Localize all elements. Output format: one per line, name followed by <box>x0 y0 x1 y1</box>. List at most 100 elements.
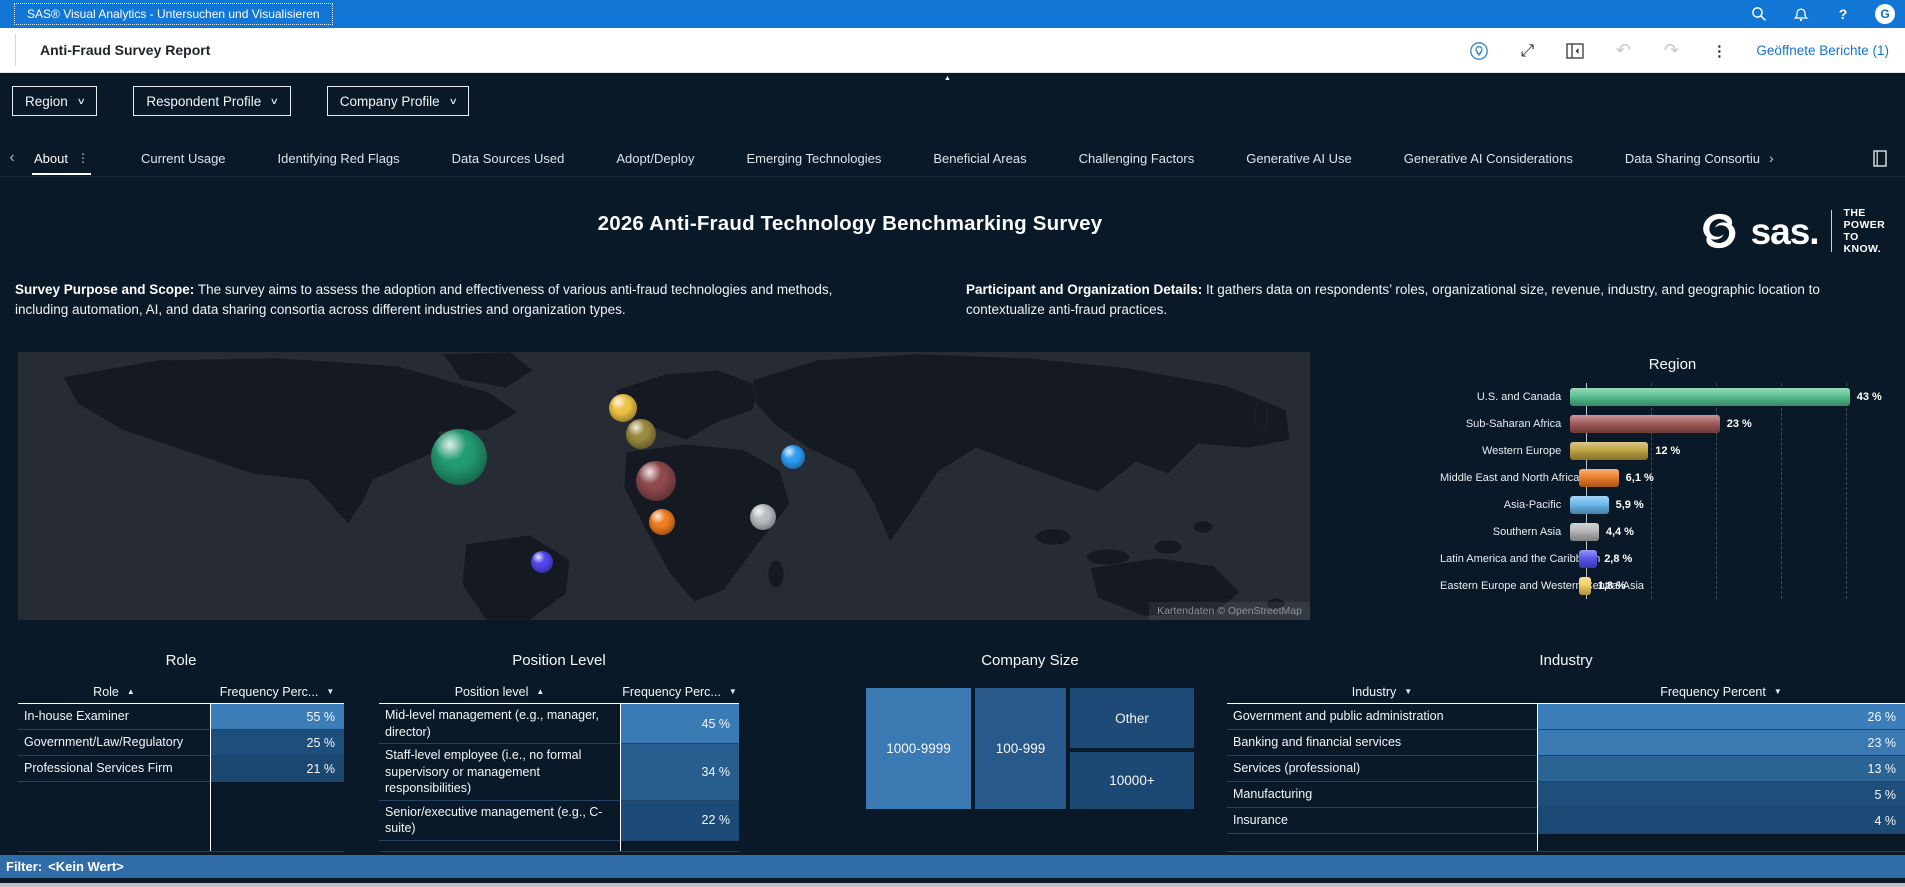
sort-descending-icon[interactable]: ▼ <box>1774 687 1782 696</box>
region-bar-value: 6,1 % <box>1626 472 1654 484</box>
treemap-tile-label: 10000+ <box>1109 773 1154 788</box>
treemap-tile-100-999[interactable]: 100-999 <box>975 688 1066 809</box>
region-bar[interactable] <box>1570 496 1608 514</box>
scroll-tabs-left-icon[interactable]: ‹ <box>0 149 24 167</box>
column-header-position-level[interactable]: Position level▲ <box>379 680 620 703</box>
column-header-industry[interactable]: Industry▼ <box>1227 680 1537 703</box>
table-row-professional-services-firm[interactable]: Professional Services Firm21 % <box>18 756 344 782</box>
tab-menu-kebab-icon[interactable]: ⋮ <box>77 151 89 165</box>
undo-icon[interactable]: ↶ <box>1612 40 1634 62</box>
table-row-services-professional[interactable]: Services (professional)13 % <box>1227 756 1905 782</box>
filter-bar-value: <Kein Wert> <box>48 859 124 874</box>
region-bar-row-sub-saharan-africa[interactable]: Sub-Saharan Africa23 % <box>1440 410 1905 437</box>
sort-descending-icon[interactable]: ▼ <box>326 687 334 696</box>
region-bar[interactable] <box>1579 469 1619 487</box>
sort-descending-icon[interactable]: ▼ <box>1404 687 1412 696</box>
table-row-government-law-regulatory[interactable]: Government/Law/Regulatory25 % <box>18 730 344 756</box>
map-bubble-sub-saharan-africa[interactable] <box>649 509 675 535</box>
tab-data-sources-used[interactable]: Data Sources Used <box>450 142 567 175</box>
tab-challenging-factors[interactable]: Challenging Factors <box>1077 142 1197 175</box>
toggle-panel-icon[interactable] <box>1564 40 1586 62</box>
table-row-staff-level-employee-i-e-no-formal-supervisory-or-management-responsibilities[interactable]: Staff-level employee (i.e., no formal su… <box>379 744 739 801</box>
treemap-tile-10000[interactable]: 10000+ <box>1070 752 1194 809</box>
column-header-frequency-perc[interactable]: Frequency Perc...▼ <box>210 680 344 703</box>
insights-lightbulb-icon[interactable] <box>1468 40 1490 62</box>
treemap-tile-other[interactable]: Other <box>1070 688 1194 748</box>
map-bubble-western-europe-north[interactable] <box>609 394 637 422</box>
row-label-cell: Mid-level management (e.g., manager, dir… <box>379 704 620 743</box>
region-bar-row-eastern-europe-and-western-central-asia[interactable]: Eastern Europe and Western/Central Asia1… <box>1440 572 1905 599</box>
notifications-bell-icon[interactable] <box>1791 4 1811 24</box>
filter-dropdown-company-profile[interactable]: Company Profile∨ <box>327 86 469 116</box>
sas-wordmark: sas. <box>1751 213 1819 250</box>
scroll-tabs-right-icon[interactable]: › <box>1769 150 1774 166</box>
tab-beneficial-areas[interactable]: Beneficial Areas <box>931 142 1028 175</box>
region-bar-row-asia-pacific[interactable]: Asia-Pacific5,9 % <box>1440 491 1905 518</box>
region-bar-row-u-s-and-canada[interactable]: U.S. and Canada43 % <box>1440 383 1905 410</box>
column-header-label: Frequency Percent <box>1660 685 1766 699</box>
column-header-role[interactable]: Role ▲ <box>18 680 210 703</box>
filter-dropdown-region[interactable]: Region∨ <box>12 86 97 116</box>
tab-about[interactable]: About⋮ <box>32 142 91 175</box>
map-attribution: Kartendaten © OpenStreetMap <box>1149 602 1310 620</box>
redo-icon[interactable]: ↷ <box>1660 40 1682 62</box>
table-row-banking-and-financial-services[interactable]: Banking and financial services23 % <box>1227 730 1905 756</box>
region-bar[interactable] <box>1570 415 1720 433</box>
role-table[interactable]: Role ▲ Frequency Perc...▼In-house Examiner… <box>18 680 344 852</box>
region-bar[interactable] <box>1579 550 1597 568</box>
region-bar[interactable] <box>1570 523 1599 541</box>
map-bubble-latin-america-and-the-caribbean[interactable] <box>531 551 553 573</box>
search-icon[interactable] <box>1749 4 1769 24</box>
column-header-frequency-perc[interactable]: Frequency Perc...▼ <box>620 680 739 703</box>
company-size-treemap: 1000-9999100-999Other 10000+ <box>866 688 1194 809</box>
sort-descending-icon[interactable]: ▼ <box>729 687 737 696</box>
open-reports-link[interactable]: Geöffnete Berichte (1) <box>1756 43 1889 58</box>
tab-identifying-red-flags[interactable]: Identifying Red Flags <box>276 142 402 175</box>
row-value-cell: 22 % <box>620 801 739 840</box>
map-bubble-western-europe[interactable] <box>626 419 656 449</box>
column-header-label: Role <box>93 685 119 699</box>
position-level-table[interactable]: Position level▲Frequency Perc...▼Mid-lev… <box>379 680 739 852</box>
tab-current-usage[interactable]: Current Usage <box>139 142 228 175</box>
table-row-government-and-public-administration[interactable]: Government and public administration26 % <box>1227 704 1905 730</box>
sort-ascending-icon[interactable]: ▲ <box>536 687 544 696</box>
table-row-manufacturing[interactable]: Manufacturing5 % <box>1227 782 1905 808</box>
help-icon[interactable]: ? <box>1833 4 1853 24</box>
industry-table[interactable]: Industry▼ Frequency Percent ▼ Government an… <box>1227 680 1905 852</box>
filter-bar-label: Filter: <box>6 859 42 874</box>
region-bar[interactable] <box>1579 577 1591 595</box>
table-row-in-house-examiner[interactable]: In-house Examiner55 % <box>18 704 344 730</box>
map-bubble-u-s-and-canada[interactable] <box>431 429 487 485</box>
maximize-icon[interactable]: ⤢ <box>1516 40 1538 62</box>
tab-label: Emerging Technologies <box>746 151 881 166</box>
map-bubble-southern-asia[interactable] <box>750 504 776 530</box>
page-list-icon[interactable] <box>1869 147 1891 169</box>
region-bar[interactable] <box>1570 388 1850 406</box>
filter-dropdown-respondent-profile[interactable]: Respondent Profile∨ <box>133 86 290 116</box>
treemap-tile-1000-9999[interactable]: 1000-9999 <box>866 688 971 809</box>
map-bubble-middle-east-and-north-africa[interactable] <box>636 461 676 501</box>
table-row-senior-executive-management-e-g-c-suite[interactable]: Senior/executive management (e.g., C-sui… <box>379 801 739 841</box>
map-bubble-asia-pacific[interactable] <box>781 445 805 469</box>
sort-ascending-icon[interactable]: ▲ <box>127 687 135 696</box>
table-header: Position level▲Frequency Perc...▼ <box>379 680 739 704</box>
region-bar-row-latin-america-and-the-caribbean[interactable]: Latin America and the Caribbean2,8 % <box>1440 545 1905 572</box>
world-bubble-map[interactable]: Kartendaten © OpenStreetMap <box>18 352 1310 620</box>
app-tab[interactable]: SAS® Visual Analytics - Untersuchen und … <box>14 3 333 25</box>
column-header-frequency-percent[interactable]: Frequency Percent ▼ <box>1537 680 1905 703</box>
region-bar-row-western-europe[interactable]: Western Europe12 % <box>1440 437 1905 464</box>
table-row-insurance[interactable]: Insurance4 % <box>1227 808 1905 834</box>
tab-emerging-technologies[interactable]: Emerging Technologies <box>744 142 883 175</box>
region-bar-row-middle-east-and-north-africa[interactable]: Middle East and North Africa6,1 % <box>1440 464 1905 491</box>
tab-generative-ai-considerations[interactable]: Generative AI Considerations <box>1402 142 1575 175</box>
tab-data-sharing-consortiu[interactable]: Data Sharing Consortiu› <box>1623 141 1776 175</box>
table-row-mid-level-management-e-g-manager-director[interactable]: Mid-level management (e.g., manager, dir… <box>379 704 739 744</box>
tab-generative-ai-use[interactable]: Generative AI Use <box>1244 142 1354 175</box>
table-row-item[interactable] <box>1227 834 1905 852</box>
region-bar[interactable] <box>1570 442 1648 460</box>
more-options-kebab-icon[interactable]: ⋮ <box>1708 40 1730 62</box>
user-avatar[interactable]: G <box>1875 4 1895 24</box>
tab-adopt-deploy[interactable]: Adopt/Deploy <box>614 142 696 175</box>
collapse-filters-icon[interactable]: ▲ <box>944 75 951 82</box>
region-bar-row-southern-asia[interactable]: Southern Asia4,4 % <box>1440 518 1905 545</box>
